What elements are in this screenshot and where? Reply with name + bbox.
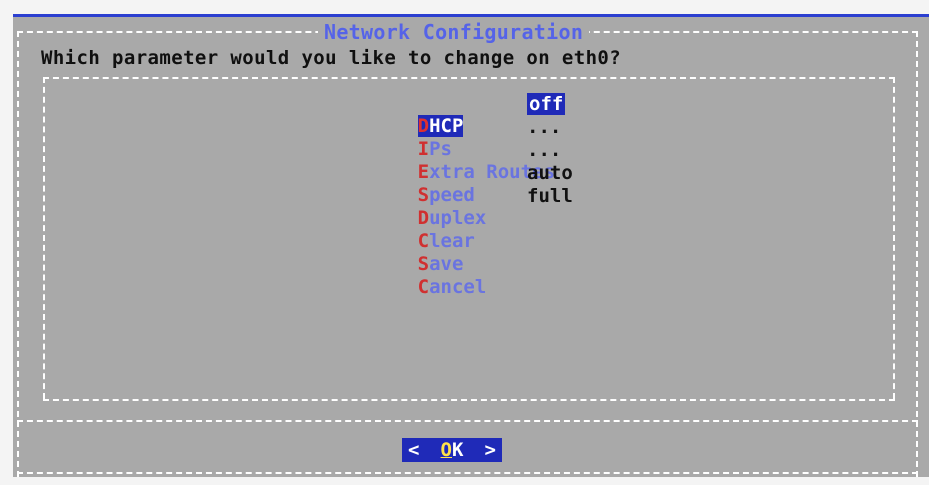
- menu-box-bottom-border: [43, 399, 895, 401]
- dialog-left-border: [17, 31, 19, 477]
- menu-item-save[interactable]: Save: [349, 231, 464, 275]
- dialog-right-border: [916, 31, 918, 477]
- ok-right-bracket: >: [484, 439, 496, 461]
- ok-rest: K: [452, 439, 464, 461]
- menu-item-ips[interactable]: IPs: [349, 116, 452, 160]
- ok-hotkey: O: [440, 439, 452, 461]
- menu-box-right-border: [893, 77, 895, 399]
- dialog-button-separator: [17, 420, 918, 422]
- menu-value-duplex: full: [527, 185, 573, 207]
- menu-item-speed[interactable]: Speed: [349, 162, 475, 206]
- dialog-bottom-border: [17, 472, 918, 474]
- menu-item-hotkey: C: [417, 276, 430, 298]
- dialog-title: Network Configuration: [318, 21, 590, 43]
- menu-value-speed: auto: [527, 162, 573, 184]
- ok-button[interactable]: < OK >: [402, 438, 502, 462]
- menu-value-extra-routes: ...: [527, 139, 562, 161]
- menu-item-cancel[interactable]: Cancel: [349, 254, 487, 298]
- menu-item-rest: ancel: [429, 276, 487, 298]
- network-configuration-dialog: Network Configuration Which parameter wo…: [13, 14, 929, 477]
- dialog-question: Which parameter would you like to change…: [41, 47, 622, 69]
- menu-value-dhcp: off: [527, 93, 566, 115]
- menu-box-top-border: [43, 77, 895, 79]
- menu-item-dhcp[interactable]: DHCP: [349, 93, 464, 137]
- menu-item-extra-routes[interactable]: Extra Routes: [349, 139, 555, 183]
- terminal-screen: Network Configuration Which parameter wo…: [0, 0, 929, 485]
- menu-item-duplex[interactable]: Duplex: [349, 185, 487, 229]
- menu-item-clear[interactable]: Clear: [349, 208, 475, 252]
- ok-label: OK: [441, 438, 464, 462]
- ok-left-bracket: <: [408, 439, 420, 461]
- menu-box-left-border: [43, 77, 45, 399]
- menu-value-ips: ...: [527, 116, 562, 138]
